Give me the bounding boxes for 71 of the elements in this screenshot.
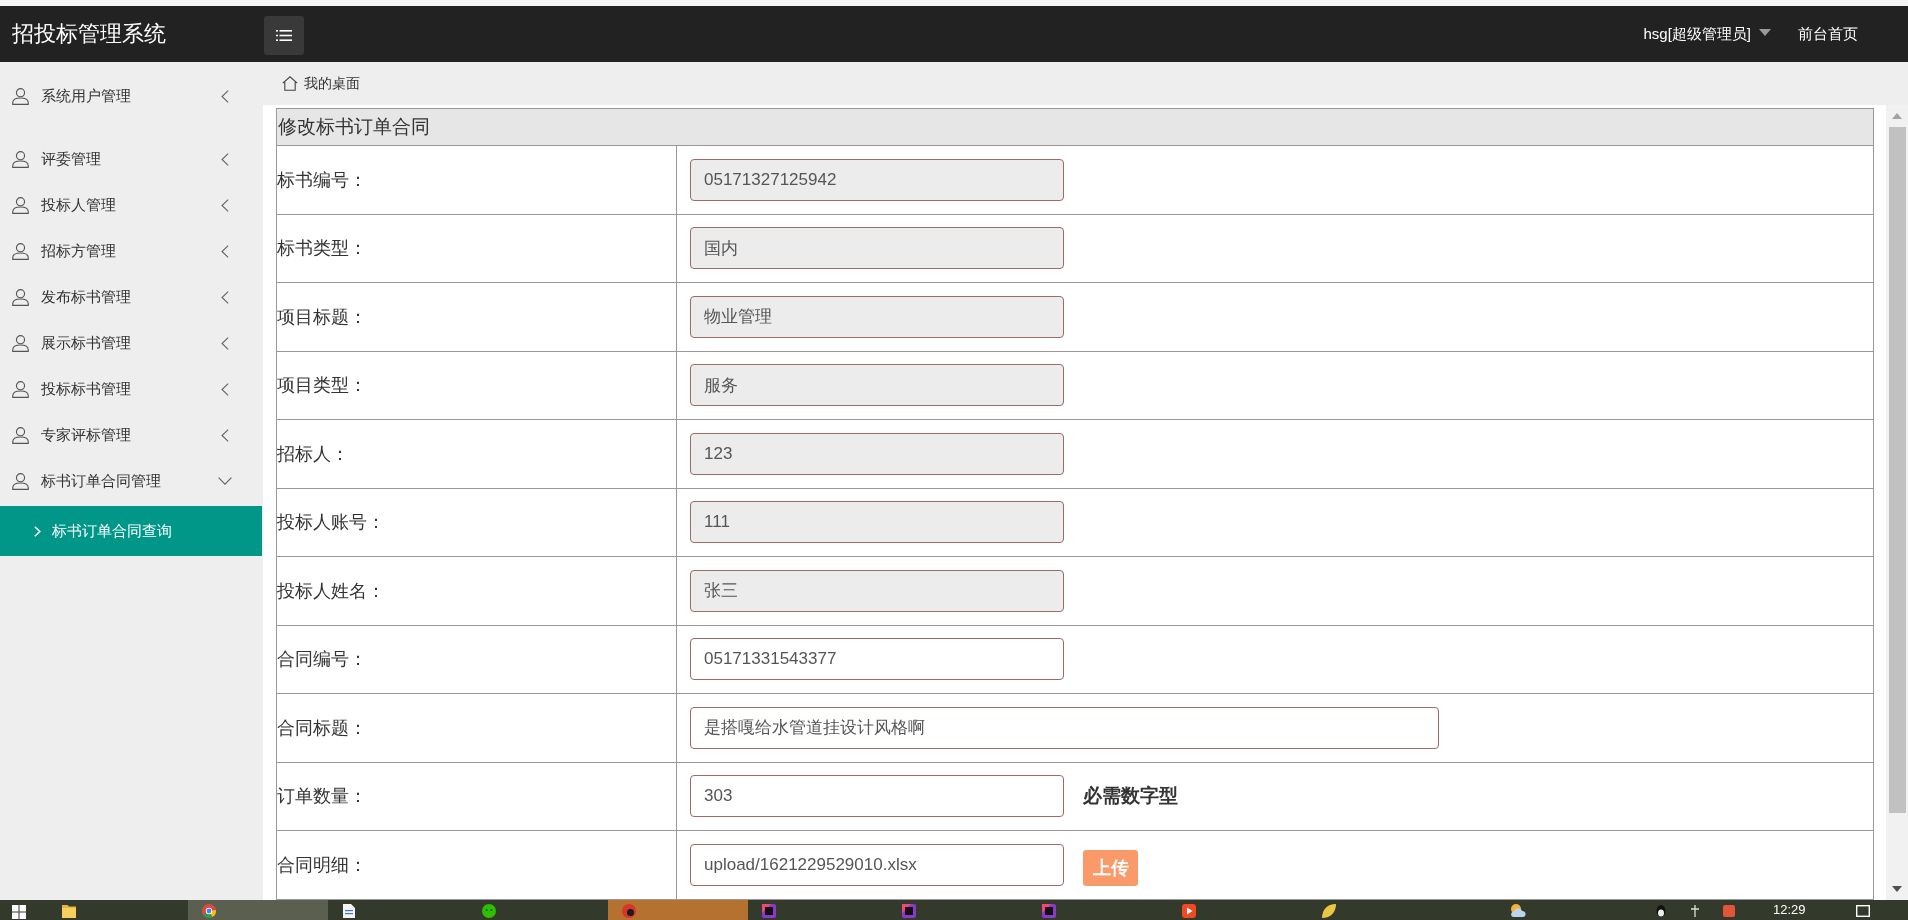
sidebar-item[interactable]: 标书订单合同管理: [0, 458, 262, 504]
smiley-icon: [482, 904, 496, 918]
sidebar-item[interactable]: 招标方管理: [0, 228, 262, 274]
app-icon: [902, 904, 916, 918]
field-label: 合同编号：: [277, 648, 367, 672]
user-icon: [12, 426, 29, 444]
input-field[interactable]: 服务: [690, 364, 1064, 407]
field-hint: 必需数字型: [1083, 784, 1178, 809]
field-label: 招标人：: [277, 442, 349, 466]
sidebar-item[interactable]: 投标标书管理: [0, 366, 262, 412]
notification-icon[interactable]: [1855, 905, 1870, 917]
breadcrumb-link[interactable]: 我的桌面: [282, 74, 360, 93]
leaf-icon: [1322, 904, 1336, 918]
field-label: 标书编号：: [277, 168, 367, 192]
home-link[interactable]: 前台首页: [1798, 24, 1858, 44]
input-field[interactable]: upload/1621229529010.xlsx: [690, 843, 1064, 886]
user-icon: [12, 196, 29, 214]
input-field[interactable]: 张三: [690, 569, 1064, 612]
taskbar-clock[interactable]: 12:29: [1773, 903, 1806, 917]
sidebar-item[interactable]: 发布标书管理: [0, 274, 262, 320]
scrollbar-thumb[interactable]: [1888, 127, 1906, 813]
field-label: 标书类型：: [277, 237, 367, 261]
folder-icon: [62, 904, 76, 918]
weather-icon: [1510, 903, 1526, 917]
user-icon: [12, 242, 29, 260]
document-icon: [342, 904, 356, 918]
input-field[interactable]: 05171331543377: [690, 638, 1064, 681]
user-icon: [12, 380, 29, 398]
user-icon: [12, 87, 29, 105]
submenu-item[interactable]: 标书订单合同查询: [0, 506, 262, 556]
user-icon: [12, 334, 29, 352]
cross-icon[interactable]: [1689, 905, 1701, 917]
scrollbar-track[interactable]: [1886, 105, 1908, 900]
app-title: 招投标管理系统: [11, 20, 167, 48]
app-icon: [762, 904, 776, 918]
browser-icon: [202, 904, 216, 918]
menu-icon: [276, 30, 292, 41]
field-label: 订单数量：: [277, 785, 367, 809]
user-icon: [12, 288, 29, 306]
start-icon: [12, 905, 26, 919]
input-field[interactable]: 国内: [690, 227, 1064, 270]
user-icon: [12, 150, 29, 168]
home-icon: [282, 76, 298, 91]
chevron-right-icon: [34, 525, 41, 537]
input-field[interactable]: 111: [690, 501, 1064, 544]
scroll-down-icon[interactable]: [1892, 886, 1902, 892]
sidebar-item[interactable]: 专家评标管理: [0, 412, 262, 458]
sidebar-item[interactable]: 投标人管理: [0, 182, 262, 228]
menu-button[interactable]: [264, 16, 304, 55]
caret-icon: [1759, 28, 1771, 36]
sidebar-item[interactable]: 展示标书管理: [0, 320, 262, 366]
user-icon: [12, 472, 29, 490]
input-field[interactable]: 是搭嘎给水管道挂设计风格啊: [690, 706, 1439, 749]
sidebar-item[interactable]: 评委管理: [0, 136, 262, 182]
play-icon: [1182, 904, 1196, 918]
field-label: 合同标题：: [277, 716, 367, 740]
form-title: 修改标书订单合同: [277, 109, 1873, 146]
tray-app-icon[interactable]: [1655, 905, 1667, 917]
user-menu[interactable]: hsg[超级管理员]: [1643, 24, 1771, 44]
field-label: 项目标题：: [277, 305, 367, 329]
field-label: 投标人账号：: [277, 511, 385, 535]
field-label: 合同明细：: [277, 853, 367, 877]
input-field[interactable]: 物业管理: [690, 295, 1064, 338]
input-field[interactable]: 05171327125942: [690, 158, 1064, 201]
input-field[interactable]: 123: [690, 432, 1064, 475]
input-field[interactable]: 303: [690, 775, 1064, 818]
app-icon: [1042, 904, 1056, 918]
field-label: 投标人姓名：: [277, 579, 385, 603]
sidebar-item[interactable]: 系统用户管理: [0, 73, 262, 119]
field-label: 项目类型：: [277, 374, 367, 398]
app-icon: [622, 904, 636, 918]
